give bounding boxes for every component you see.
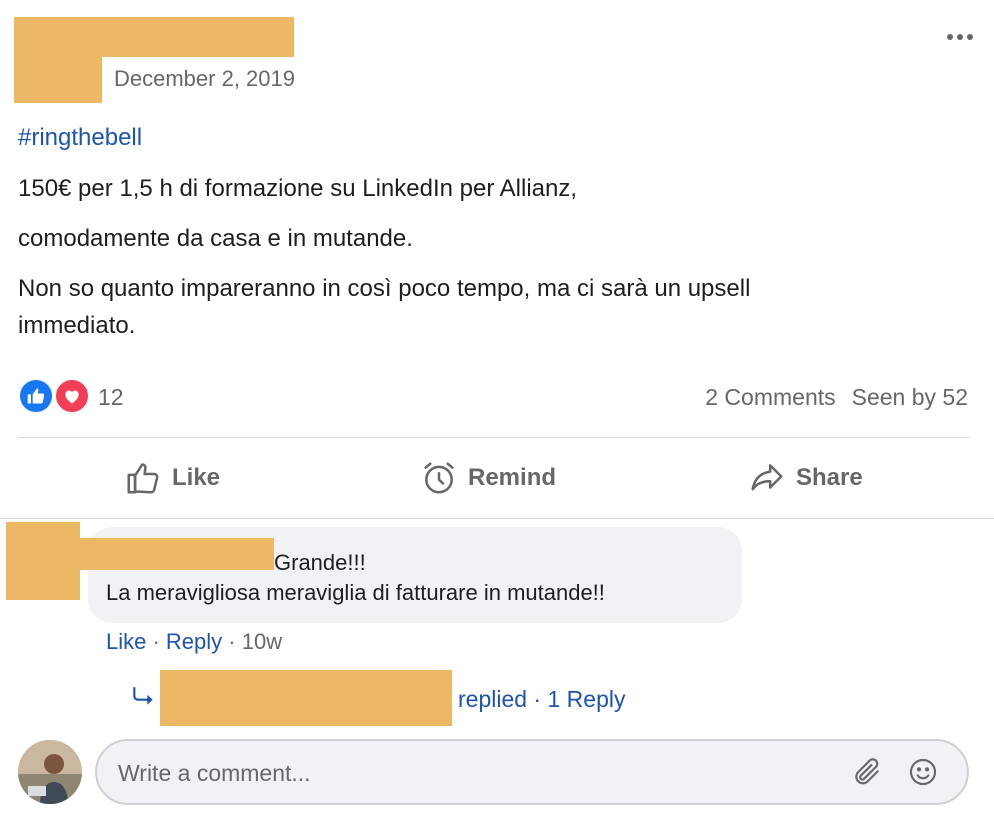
- comments-count[interactable]: 2 Comments: [705, 384, 835, 411]
- comment-reply-link[interactable]: Reply: [166, 629, 222, 654]
- post-text-line-2: comodamente da casa e in mutande.: [18, 225, 413, 252]
- comment-text-line-2: La meravigliosa meraviglia di fatturare …: [106, 580, 605, 605]
- reply-separator: ·: [527, 686, 548, 712]
- comment-timestamp[interactable]: 10w: [242, 629, 282, 654]
- commenter-avatar-redacted: [6, 522, 80, 600]
- comment-like-link[interactable]: Like: [106, 629, 146, 654]
- reaction-count[interactable]: 12: [98, 384, 124, 411]
- remind-label: Remind: [468, 464, 557, 491]
- replier-name-redacted: [160, 670, 452, 726]
- comment-input-placeholder: Write a comment...: [118, 760, 311, 786]
- meta-separator: ·: [222, 629, 242, 654]
- love-reaction-icon: [54, 378, 90, 414]
- post-text-line-1: 150€ per 1,5 h di formazione su LinkedIn…: [18, 175, 578, 202]
- view-replies-link[interactable]: 1 Reply: [548, 686, 626, 712]
- remind-button[interactable]: Remind: [420, 456, 556, 500]
- reactions-divider: [18, 437, 970, 438]
- share-label: Share: [796, 464, 863, 491]
- seen-by-count[interactable]: Seen by 52: [852, 384, 968, 411]
- commenter-name-redacted: [72, 538, 274, 570]
- smiley-icon: [909, 758, 937, 786]
- post-date[interactable]: December 2, 2019: [114, 66, 295, 92]
- share-button[interactable]: Share: [748, 456, 863, 500]
- like-reaction-icon: [18, 378, 54, 414]
- more-options-icon[interactable]: [940, 22, 980, 52]
- hashtag-link[interactable]: #ringthebell: [18, 124, 142, 152]
- meta-separator: ·: [146, 629, 166, 654]
- paperclip-icon: [855, 758, 879, 785]
- comment-meta: Like · Reply · 10w: [106, 629, 282, 655]
- post-stats: 2 Comments Seen by 52: [705, 384, 968, 411]
- author-name-redacted: [72, 17, 294, 57]
- comment-text-line-1: Grande!!!: [274, 550, 366, 575]
- post-text-line-4: immediato.: [18, 312, 136, 339]
- current-user-avatar[interactable]: [18, 740, 82, 804]
- share-arrow-icon: [751, 464, 783, 491]
- like-button[interactable]: Like: [124, 456, 220, 500]
- replied-label: replied: [458, 686, 528, 712]
- like-label: Like: [172, 464, 221, 491]
- attach-file-button[interactable]: [848, 755, 886, 789]
- reply-summary[interactable]: replied · 1 Reply: [458, 686, 625, 713]
- actions-divider: [0, 518, 994, 519]
- post-text-line-3: Non so quanto impareranno in così poco t…: [18, 275, 751, 302]
- emoji-button[interactable]: [904, 755, 942, 789]
- thumbs-up-icon: [127, 463, 159, 494]
- alarm-clock-icon: [424, 462, 454, 494]
- reply-arrow-icon: [133, 687, 153, 705]
